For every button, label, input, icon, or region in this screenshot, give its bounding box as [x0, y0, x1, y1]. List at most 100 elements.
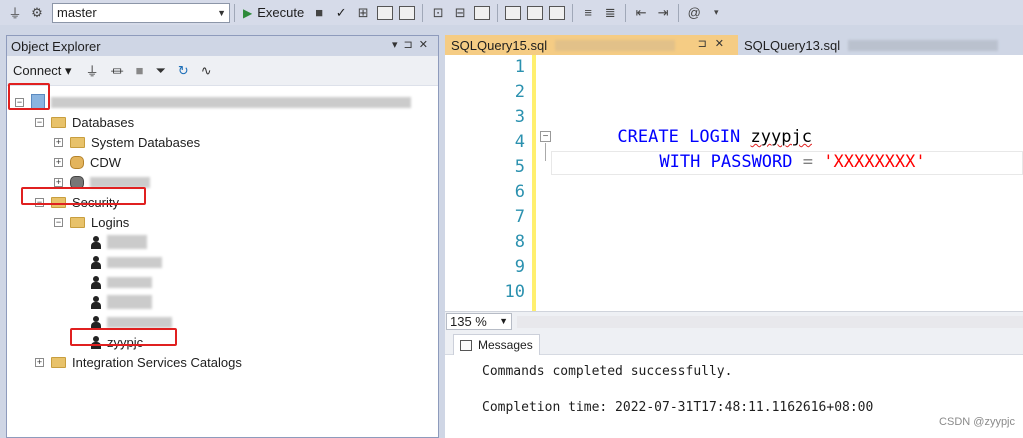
- annotation-box-security: [21, 187, 146, 205]
- decrease-indent-icon[interactable]: ⇤: [632, 4, 650, 22]
- folder-icon: [51, 356, 66, 368]
- line-number: 3: [514, 107, 525, 127]
- tree-node-label: System Databases: [91, 134, 201, 150]
- collapse-icon[interactable]: −: [54, 217, 63, 227]
- stop-square-icon[interactable]: ■: [136, 63, 144, 78]
- tree-node-integration-services[interactable]: + Integration Services Catalogs: [35, 352, 242, 372]
- folder-icon: [70, 136, 85, 148]
- password-literal: 'XXXXXXXX': [823, 152, 926, 172]
- database-select[interactable]: master ▼: [52, 2, 230, 23]
- connect-button[interactable]: Connect ▾: [13, 63, 72, 79]
- specify-values-icon[interactable]: @: [685, 4, 703, 22]
- play-icon: ▶: [243, 5, 253, 20]
- line-number: 5: [514, 157, 525, 177]
- comment-icon[interactable]: ≡: [579, 4, 597, 22]
- execute-button[interactable]: ▶ Execute: [243, 5, 304, 20]
- tree-node-logins[interactable]: − Logins: [54, 212, 129, 232]
- object-explorer-toolbar: Connect ▾ ⏚ ⏛ ■ ⏷ ↻ ∿: [7, 56, 438, 86]
- tree-node-system-databases[interactable]: + System Databases: [54, 132, 200, 152]
- main-toolbar: ⏚ ⚙ master ▼ ▶ Execute ■ ✓ ⊞ ⊡ ⊟ ≡ ≣ ⇤ ⇥…: [0, 0, 1023, 25]
- disconnect-icon[interactable]: ⏛: [111, 61, 124, 80]
- change-tracking-bar: [532, 55, 536, 346]
- uncomment-icon[interactable]: ≣: [601, 4, 619, 22]
- redacted-db-name: [90, 176, 150, 188]
- zoom-select[interactable]: 135 % ▼: [446, 313, 512, 330]
- toolbar-divider: [678, 3, 680, 22]
- increase-indent-icon[interactable]: ⇥: [654, 4, 672, 22]
- code-editor[interactable]: 1 2 3 4 5 6 7 8 9 10 − CREATE LOGIN zyyp…: [445, 55, 1023, 346]
- annotation-box-server: [8, 83, 50, 110]
- fold-guide: [545, 143, 546, 161]
- expand-icon[interactable]: +: [54, 177, 63, 187]
- tab-label: SQLQuery15.sql: [451, 37, 548, 53]
- expand-icon[interactable]: +: [35, 357, 44, 367]
- chevron-down-icon: ▼: [217, 7, 226, 18]
- redacted-login-name: [107, 235, 147, 249]
- activity-monitor-icon[interactable]: ∿: [201, 63, 212, 79]
- user-icon: [90, 255, 101, 269]
- panel-window-buttons[interactable]: ▾⊐✕: [392, 38, 434, 51]
- include-plan-icon[interactable]: [474, 5, 491, 20]
- editor-status-strip: 135 % ▼: [445, 311, 1023, 331]
- user-icon: [90, 295, 101, 309]
- toolbar-overflow-icon[interactable]: ▾: [707, 4, 725, 22]
- tree-node-login-redacted[interactable]: [90, 252, 162, 272]
- tab-sqlquery15[interactable]: SQLQuery15.sql ⊐✕: [445, 35, 738, 55]
- tab-pin-close-buttons[interactable]: ⊐✕: [698, 37, 732, 50]
- grid-icon[interactable]: [527, 5, 544, 20]
- redacted-tab-suffix: [848, 39, 999, 51]
- line-number: 6: [514, 182, 525, 202]
- object-explorer-panel: Object Explorer ▾⊐✕ Connect ▾ ⏚ ⏛ ■ ⏷ ↻ …: [6, 35, 439, 438]
- message-text: Commands completed successfully.: [482, 364, 733, 379]
- tab-sqlquery13[interactable]: SQLQuery13.sql: [738, 35, 1004, 55]
- parse-check-icon[interactable]: ✓: [332, 4, 350, 22]
- results-pane: Messages Commands completed successfully…: [445, 331, 1023, 438]
- results-to-grid-icon[interactable]: [399, 5, 416, 20]
- intellisense-icon[interactable]: ⊟: [451, 4, 469, 22]
- operator-equals: =: [802, 152, 814, 172]
- line-number: 1: [514, 57, 525, 77]
- folder-icon: [70, 216, 85, 228]
- tree-node-label: Logins: [91, 214, 130, 230]
- tree-node-databases[interactable]: − Databases: [35, 112, 134, 132]
- file-icon[interactable]: [549, 5, 566, 20]
- line-number: 4: [514, 132, 525, 152]
- tree-node-label: Databases: [72, 114, 135, 130]
- zoom-value: 135 %: [450, 314, 487, 329]
- tree-node-server[interactable]: −: [15, 92, 411, 112]
- toolbar-divider: [422, 3, 424, 22]
- line-number: 7: [514, 207, 525, 227]
- refresh-icon[interactable]: ↻: [178, 63, 189, 79]
- results-to-text-icon[interactable]: [377, 5, 394, 20]
- expand-icon[interactable]: +: [54, 137, 63, 147]
- horizontal-scrollbar[interactable]: [517, 316, 1023, 328]
- tab-messages[interactable]: Messages: [453, 334, 540, 355]
- estimated-plan-icon[interactable]: ⊞: [354, 4, 372, 22]
- tree-node-login-redacted[interactable]: [90, 232, 147, 252]
- tree-node-login-redacted[interactable]: [90, 292, 152, 312]
- stop-icon[interactable]: ■: [310, 4, 328, 22]
- annotation-box-login: [70, 328, 177, 346]
- fold-collapse-icon[interactable]: −: [540, 131, 551, 142]
- folder-icon: [51, 116, 66, 128]
- query-options-icon[interactable]: ⊡: [429, 4, 447, 22]
- tree-node-cdw[interactable]: + CDW: [54, 152, 121, 172]
- redacted-login-name: [107, 256, 162, 268]
- results-to-file-icon[interactable]: [505, 5, 522, 20]
- filter-icon[interactable]: ⏷: [155, 63, 165, 79]
- editor-tab-strip: SQLQuery15.sql ⊐✕ SQLQuery13.sql: [445, 35, 1023, 55]
- expand-icon[interactable]: +: [54, 157, 63, 167]
- keyword-with: WITH: [659, 152, 701, 172]
- redacted-server-name: [51, 96, 411, 108]
- plug-settings-icon[interactable]: ⚙: [28, 4, 46, 22]
- collapse-icon[interactable]: −: [35, 117, 44, 127]
- execute-label: Execute: [257, 5, 305, 20]
- database-icon: [70, 155, 84, 169]
- tree-node-login-redacted[interactable]: [90, 272, 152, 292]
- tree-node-label: Integration Services Catalogs: [72, 354, 242, 370]
- plug-icon[interactable]: ⏚: [6, 4, 24, 22]
- connect-label: Connect: [13, 62, 62, 78]
- connect-plug-icon[interactable]: ⏚: [86, 61, 99, 80]
- query-editor-panel: SQLQuery15.sql ⊐✕ SQLQuery13.sql 1 2 3 4…: [445, 35, 1023, 438]
- code-line-4: WITH PASSWORD = 'XXXXXXXX': [598, 132, 926, 192]
